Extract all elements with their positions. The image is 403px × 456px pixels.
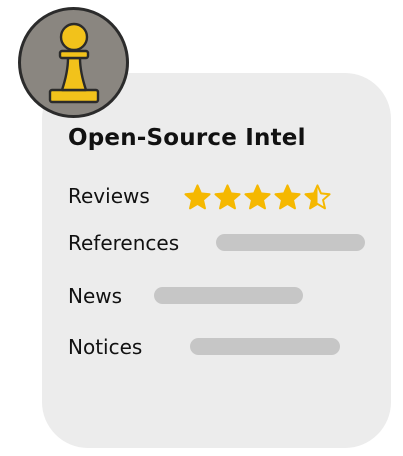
news-placeholder-bar xyxy=(154,287,303,304)
rating-stars xyxy=(183,183,332,212)
star-full-icon xyxy=(184,184,211,210)
references-placeholder-bar xyxy=(216,234,365,251)
row-label-notices: Notices xyxy=(68,335,143,359)
row-label-references: References xyxy=(68,231,180,255)
card-title: Open-Source Intel xyxy=(68,125,306,151)
pawn-badge xyxy=(18,7,129,118)
source-card-illustration: Open-Source Intel Reviews References New… xyxy=(0,0,403,456)
star-half-icon xyxy=(304,184,331,210)
star-full-icon xyxy=(274,184,301,210)
star-full-icon xyxy=(214,184,241,210)
star-full-icon xyxy=(244,184,271,210)
row-label-news: News xyxy=(68,284,123,308)
row-label-reviews: Reviews xyxy=(68,184,150,208)
chess-pawn-icon xyxy=(48,22,99,103)
notices-placeholder-bar xyxy=(190,338,340,355)
